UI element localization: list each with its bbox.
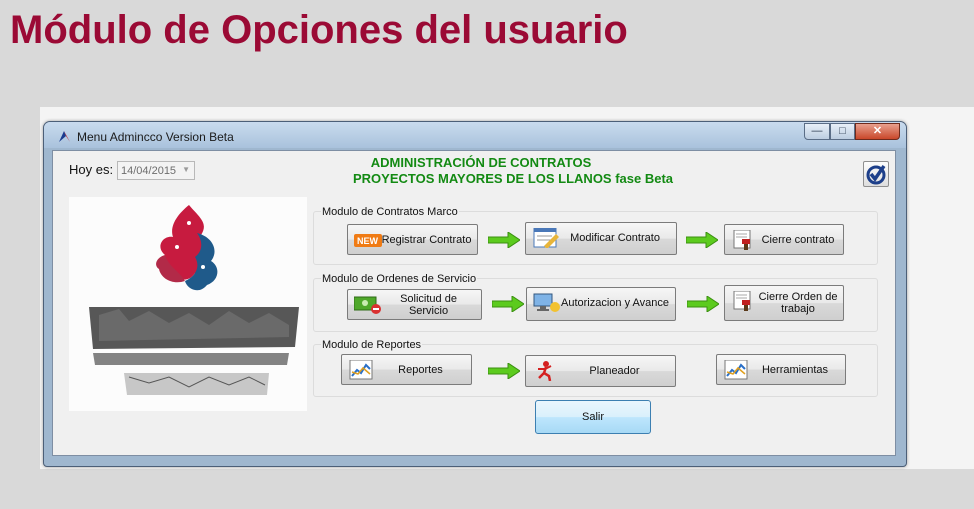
company-logo bbox=[69, 197, 307, 411]
close-button[interactable]: ✕ bbox=[855, 123, 900, 140]
group-reportes: Modulo de Reportes Reportes Planeador He… bbox=[313, 339, 878, 397]
arrow-right-icon bbox=[687, 296, 719, 312]
screenshot-margin bbox=[907, 107, 974, 469]
title-bar[interactable]: Menu Admincco Version Beta bbox=[44, 122, 906, 148]
date-label: Hoy es: bbox=[69, 162, 114, 177]
window-title: Menu Admincco Version Beta bbox=[77, 130, 234, 144]
cierre-contrato-button[interactable]: Cierre contrato bbox=[724, 224, 844, 255]
group-label: Modulo de Contratos Marco bbox=[321, 206, 459, 218]
new-badge-icon: NEW bbox=[354, 234, 382, 247]
minimize-button[interactable]: — bbox=[804, 123, 830, 140]
salir-button[interactable]: Salir bbox=[535, 400, 651, 434]
app-icon bbox=[59, 131, 70, 142]
planeador-button[interactable]: Planeador bbox=[525, 355, 676, 387]
stamp-document-icon bbox=[733, 291, 751, 311]
cierre-orden-trabajo-button[interactable]: Cierre Orden de trabajo bbox=[724, 285, 844, 321]
check-button[interactable] bbox=[863, 161, 889, 187]
registrar-contrato-button[interactable]: NEW Registrar Contrato bbox=[347, 224, 478, 255]
modificar-contrato-button[interactable]: Modificar Contrato bbox=[525, 222, 677, 255]
form-client-area: Hoy es: 14/04/2015 ▼ ADMINISTRACIÓN DE C… bbox=[52, 150, 896, 456]
herramientas-button[interactable]: Herramientas bbox=[716, 354, 846, 385]
date-picker[interactable]: 14/04/2015 ▼ bbox=[117, 161, 195, 180]
arrow-right-icon bbox=[492, 296, 524, 312]
svg-text:NEW: NEW bbox=[357, 236, 379, 246]
chart-tools-icon bbox=[724, 360, 748, 380]
arrow-right-icon bbox=[686, 232, 718, 248]
button-label: Herramientas bbox=[761, 363, 829, 376]
slide-title: Módulo de Opciones del usuario bbox=[10, 8, 628, 52]
group-contratos-marco: Modulo de Contratos Marco NEW Registrar … bbox=[313, 206, 878, 265]
button-label: Cierre Orden de trabajo bbox=[758, 291, 838, 315]
header-title: ADMINISTRACIÓN DE CONTRATOS bbox=[370, 155, 592, 170]
date-value: 14/04/2015 bbox=[121, 165, 177, 177]
computer-authorize-icon bbox=[533, 293, 560, 312]
solicitud-servicio-button[interactable]: Solicitud de Servicio bbox=[347, 289, 482, 320]
arrow-right-icon bbox=[488, 363, 520, 379]
group-label: Modulo de Reportes bbox=[321, 339, 423, 351]
money-request-icon bbox=[354, 296, 381, 314]
runner-icon bbox=[538, 361, 552, 381]
stamp-document-icon bbox=[733, 230, 751, 250]
group-ordenes-servicio: Modulo de Ordenes de Servicio Solicitud … bbox=[313, 273, 878, 332]
group-label: Modulo de Ordenes de Servicio bbox=[321, 273, 478, 285]
autorizacion-avance-button[interactable]: Autorizacion y Avance bbox=[526, 287, 676, 321]
button-label: Reportes bbox=[398, 363, 443, 376]
button-label: Solicitud de Servicio bbox=[400, 292, 457, 317]
edit-document-icon bbox=[533, 228, 559, 248]
button-label: Cierre contrato bbox=[761, 233, 835, 246]
reportes-button[interactable]: Reportes bbox=[341, 354, 472, 385]
button-label: Autorizacion y Avance bbox=[560, 296, 670, 309]
app-window: Menu Admincco Version Beta — □ ✕ Hoy es:… bbox=[43, 121, 907, 467]
check-icon bbox=[866, 165, 886, 185]
button-label: Planeador bbox=[589, 364, 640, 377]
button-label: Modificar Contrato bbox=[570, 231, 660, 244]
arrow-right-icon bbox=[488, 232, 520, 248]
logo-image bbox=[89, 205, 299, 395]
chevron-down-icon[interactable]: ▼ bbox=[182, 165, 190, 174]
header-subtitle: PROYECTOS MAYORES DE LOS LLANOS fase Bet… bbox=[353, 171, 674, 186]
maximize-button[interactable]: □ bbox=[830, 123, 855, 140]
button-label: Registrar Contrato bbox=[381, 233, 472, 246]
chart-report-icon bbox=[349, 360, 373, 380]
